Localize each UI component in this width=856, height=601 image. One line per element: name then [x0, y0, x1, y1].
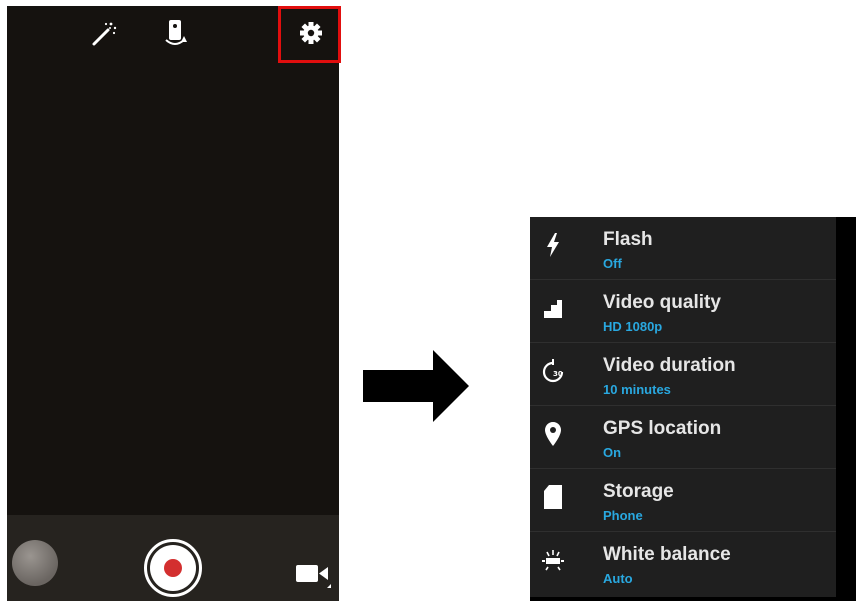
camera-screen [7, 6, 341, 601]
setting-flash[interactable]: Flash Off [530, 217, 836, 280]
setting-value: 10 minutes [603, 382, 671, 397]
setting-title: Flash [603, 229, 653, 250]
white-balance-icon [540, 546, 566, 574]
arrow-right-icon [363, 350, 469, 422]
record-button-inner [150, 545, 196, 591]
camera-controls-bar [7, 515, 339, 601]
setting-value: HD 1080p [603, 319, 663, 334]
video-quality-icon [540, 294, 566, 322]
flash-icon [540, 231, 566, 259]
setting-value: Auto [603, 571, 633, 586]
setting-video-quality[interactable]: Video quality HD 1080p [530, 280, 836, 343]
setting-gps-location[interactable]: GPS location On [530, 406, 836, 469]
setting-white-balance[interactable]: White balance Auto [530, 532, 836, 595]
settings-panel: Flash Off Video quality HD 1080p 30 Vide… [530, 217, 856, 601]
record-dot-icon [164, 559, 182, 577]
setting-value: Off [603, 256, 622, 271]
record-button[interactable] [144, 539, 202, 597]
setting-value: On [603, 445, 622, 460]
svg-text:30: 30 [553, 370, 563, 378]
magic-wand-icon[interactable] [89, 18, 119, 48]
sd-card-icon [540, 483, 566, 511]
gallery-thumbnail[interactable] [12, 540, 58, 586]
location-pin-icon [540, 420, 566, 448]
settings-list: Flash Off Video quality HD 1080p 30 Vide… [530, 217, 836, 597]
setting-title: Video quality [603, 292, 721, 313]
settings-highlight-box [278, 6, 341, 63]
setting-video-duration[interactable]: 30 Video duration 10 minutes [530, 343, 836, 406]
setting-value: Phone [603, 508, 643, 523]
video-camera-icon[interactable] [294, 557, 334, 591]
setting-title: Video duration [603, 355, 736, 376]
timer-icon: 30 [540, 357, 566, 385]
setting-title: Storage [603, 481, 674, 502]
setting-title: GPS location [603, 418, 722, 439]
switch-camera-icon[interactable] [160, 18, 190, 48]
setting-title: White balance [603, 544, 731, 565]
setting-storage[interactable]: Storage Phone [530, 469, 836, 532]
